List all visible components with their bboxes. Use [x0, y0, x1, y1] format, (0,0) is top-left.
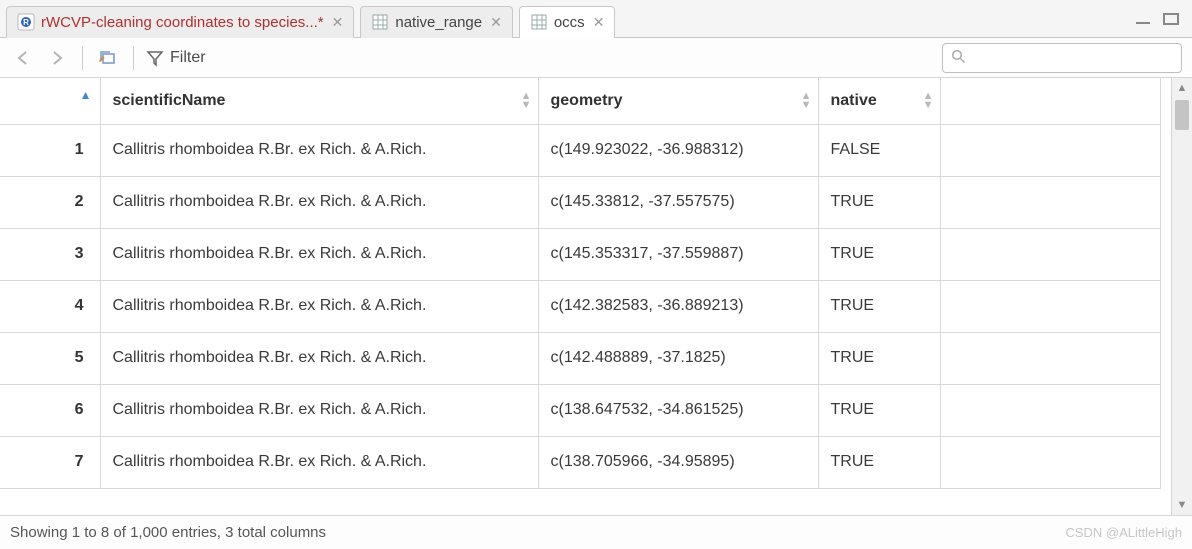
- cell-empty: [940, 436, 1160, 488]
- cell-geometry: c(138.705966, -34.95895): [538, 436, 818, 488]
- cell-empty: [940, 384, 1160, 436]
- watermark-text: CSDN @ALittleHigh: [1065, 525, 1182, 540]
- table-row[interactable]: 4Callitris rhomboidea R.Br. ex Rich. & A…: [0, 280, 1160, 332]
- svg-text:R: R: [23, 18, 29, 27]
- cell-scientificName: Callitris rhomboidea R.Br. ex Rich. & A.…: [100, 280, 538, 332]
- tab-data-native-range[interactable]: native_range ✕: [360, 6, 512, 38]
- tab-data-occs[interactable]: occs ✕: [519, 6, 616, 38]
- col-header-empty: [940, 78, 1160, 124]
- tab-label: occs: [554, 14, 585, 31]
- status-text: Showing 1 to 8 of 1,000 entries, 3 total…: [10, 524, 326, 541]
- sort-asc-icon: ▲: [80, 88, 92, 102]
- tabs-row: R rWCVP-cleaning coordinates to species.…: [0, 0, 1192, 38]
- cell-geometry: c(142.382583, -36.889213): [538, 280, 818, 332]
- grid-icon: [530, 13, 548, 31]
- table-row[interactable]: 5Callitris rhomboidea R.Br. ex Rich. & A…: [0, 332, 1160, 384]
- cell-scientificName: Callitris rhomboidea R.Br. ex Rich. & A.…: [100, 176, 538, 228]
- col-label: geometry: [551, 92, 623, 109]
- cell-native: TRUE: [818, 176, 940, 228]
- row-number-header[interactable]: ▲: [0, 78, 100, 124]
- r-script-icon: R: [17, 13, 35, 31]
- search-box[interactable]: [942, 43, 1182, 73]
- cell-native: TRUE: [818, 436, 940, 488]
- close-icon[interactable]: ✕: [332, 14, 344, 31]
- tab-label: native_range: [395, 14, 482, 31]
- table-row[interactable]: 7Callitris rhomboidea R.Br. ex Rich. & A…: [0, 436, 1160, 488]
- pane-window-buttons: [1132, 10, 1192, 28]
- cell-scientificName: Callitris rhomboidea R.Br. ex Rich. & A.…: [100, 436, 538, 488]
- cell-empty: [940, 124, 1160, 176]
- filter-button[interactable]: Filter: [146, 49, 206, 67]
- row-number-cell: 1: [0, 124, 100, 176]
- scroll-thumb[interactable]: [1175, 100, 1189, 130]
- col-label: native: [831, 92, 877, 109]
- cell-scientificName: Callitris rhomboidea R.Br. ex Rich. & A.…: [100, 384, 538, 436]
- minimize-pane-icon[interactable]: [1132, 10, 1154, 28]
- cell-geometry: c(138.647532, -34.861525): [538, 384, 818, 436]
- nav-forward-button[interactable]: [44, 45, 70, 71]
- cell-scientificName: Callitris rhomboidea R.Br. ex Rich. & A.…: [100, 228, 538, 280]
- cell-empty: [940, 176, 1160, 228]
- table-row[interactable]: 3Callitris rhomboidea R.Br. ex Rich. & A…: [0, 228, 1160, 280]
- col-header-geometry[interactable]: geometry ▲▼: [538, 78, 818, 124]
- cell-scientificName: Callitris rhomboidea R.Br. ex Rich. & A.…: [100, 332, 538, 384]
- separator: [133, 46, 134, 70]
- filter-label: Filter: [170, 49, 206, 67]
- maximize-pane-icon[interactable]: [1160, 10, 1182, 28]
- tab-script[interactable]: R rWCVP-cleaning coordinates to species.…: [6, 6, 354, 38]
- separator: [82, 46, 83, 70]
- row-number-cell: 6: [0, 384, 100, 436]
- cell-empty: [940, 332, 1160, 384]
- cell-geometry: c(142.488889, -37.1825): [538, 332, 818, 384]
- close-icon[interactable]: ✕: [593, 14, 605, 31]
- cell-native: TRUE: [818, 228, 940, 280]
- search-input[interactable]: [972, 50, 1173, 66]
- row-number-cell: 7: [0, 436, 100, 488]
- cell-native: TRUE: [818, 384, 940, 436]
- col-header-native[interactable]: native ▲▼: [818, 78, 940, 124]
- sort-icon: ▲▼: [801, 92, 812, 110]
- col-label: scientificName: [113, 92, 226, 109]
- sort-icon: ▲▼: [521, 92, 532, 110]
- funnel-icon: [146, 49, 164, 67]
- cell-geometry: c(149.923022, -36.988312): [538, 124, 818, 176]
- table-row[interactable]: 6Callitris rhomboidea R.Br. ex Rich. & A…: [0, 384, 1160, 436]
- cell-geometry: c(145.33812, -37.557575): [538, 176, 818, 228]
- data-grid: ▲ scientificName ▲▼ geometry ▲▼ native ▲…: [0, 78, 1172, 515]
- search-icon: [951, 49, 966, 67]
- status-bar: Showing 1 to 8 of 1,000 entries, 3 total…: [0, 515, 1192, 549]
- grid-icon: [371, 13, 389, 31]
- cell-empty: [940, 280, 1160, 332]
- col-header-scientificName[interactable]: scientificName ▲▼: [100, 78, 538, 124]
- table-row[interactable]: 2Callitris rhomboidea R.Br. ex Rich. & A…: [0, 176, 1160, 228]
- cell-empty: [940, 228, 1160, 280]
- row-number-cell: 4: [0, 280, 100, 332]
- row-number-cell: 5: [0, 332, 100, 384]
- sort-icon: ▲▼: [923, 92, 934, 110]
- header-row: ▲ scientificName ▲▼ geometry ▲▼ native ▲…: [0, 78, 1160, 124]
- popout-button[interactable]: [95, 45, 121, 71]
- tab-label: rWCVP-cleaning coordinates to species...…: [41, 14, 324, 31]
- vertical-scrollbar[interactable]: ▲ ▼: [1172, 78, 1192, 515]
- row-number-cell: 2: [0, 176, 100, 228]
- cell-scientificName: Callitris rhomboidea R.Br. ex Rich. & A.…: [100, 124, 538, 176]
- cell-native: TRUE: [818, 332, 940, 384]
- cell-native: TRUE: [818, 280, 940, 332]
- scroll-down-arrow-icon[interactable]: ▼: [1172, 495, 1192, 515]
- scroll-up-arrow-icon[interactable]: ▲: [1172, 78, 1192, 98]
- cell-geometry: c(145.353317, -37.559887): [538, 228, 818, 280]
- data-viewer-body: ▲ scientificName ▲▼ geometry ▲▼ native ▲…: [0, 78, 1192, 515]
- close-icon[interactable]: ✕: [490, 14, 502, 31]
- viewer-toolbar: Filter: [0, 38, 1192, 78]
- nav-back-button[interactable]: [10, 45, 36, 71]
- cell-native: FALSE: [818, 124, 940, 176]
- table-row[interactable]: 1Callitris rhomboidea R.Br. ex Rich. & A…: [0, 124, 1160, 176]
- row-number-cell: 3: [0, 228, 100, 280]
